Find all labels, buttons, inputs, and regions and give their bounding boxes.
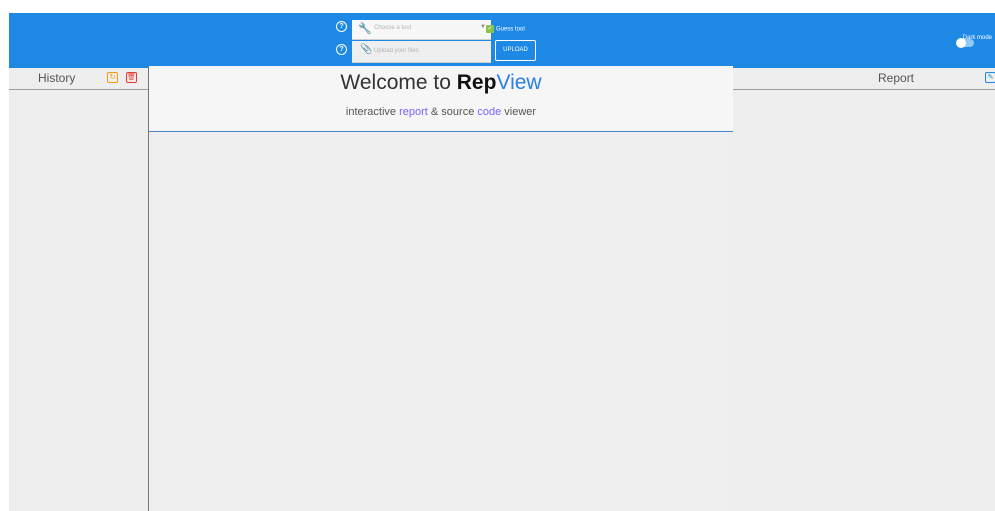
report-header: Report ✎	[733, 68, 995, 90]
top-toolbar: ? 🔧 Choose a tool ▼ ✓ Guess tool ? 📎 Uplo…	[9, 13, 995, 68]
file-upload-field[interactable]: 📎 Upload your files	[352, 41, 491, 63]
refresh-icon[interactable]: ↻	[107, 72, 118, 83]
help-icon[interactable]: ?	[336, 44, 347, 55]
edit-icon[interactable]: ✎	[985, 72, 995, 83]
guess-tool-checkbox[interactable]: ✓ Guess tool	[486, 25, 525, 33]
upload-button[interactable]: UPLOAD	[495, 40, 536, 61]
subtitle-part: interactive	[345, 106, 400, 118]
report-panel: Report ✎	[733, 68, 995, 511]
tool-select[interactable]: 🔧 Choose a tool ▼	[352, 20, 491, 40]
guess-tool-label: Guess tool	[496, 26, 525, 33]
trash-icon[interactable]: 🗑	[126, 72, 137, 83]
page-title: Welcome to RepView	[149, 71, 733, 95]
help-icon[interactable]: ?	[336, 21, 347, 32]
dark-mode-toggle[interactable]	[956, 38, 974, 48]
title-brand-rep: Rep	[456, 71, 497, 94]
check-icon: ✓	[486, 25, 494, 33]
paperclip-icon: 📎	[360, 44, 373, 55]
subtitle-part: viewer	[501, 106, 537, 118]
welcome-banner: Welcome to RepView interactive report & …	[149, 66, 733, 132]
title-brand-view: View	[496, 71, 542, 94]
subtitle-report: report	[399, 106, 428, 118]
page-subtitle: interactive report & source code viewer	[149, 106, 733, 118]
toggle-knob	[956, 38, 966, 48]
title-prefix: Welcome to	[340, 71, 457, 94]
main-viewer: Welcome to RepView interactive report & …	[148, 66, 734, 511]
history-panel: History ↻ 🗑	[9, 68, 148, 511]
upload-placeholder: Upload your files	[374, 48, 419, 54]
wrench-icon: 🔧	[358, 23, 372, 35]
history-title: History	[38, 71, 76, 85]
history-header: History ↻ 🗑	[9, 68, 148, 90]
tool-select-placeholder: Choose a tool	[374, 25, 412, 31]
subtitle-part: & source	[427, 106, 478, 118]
subtitle-code: code	[477, 106, 502, 118]
report-title: Report	[878, 71, 915, 85]
